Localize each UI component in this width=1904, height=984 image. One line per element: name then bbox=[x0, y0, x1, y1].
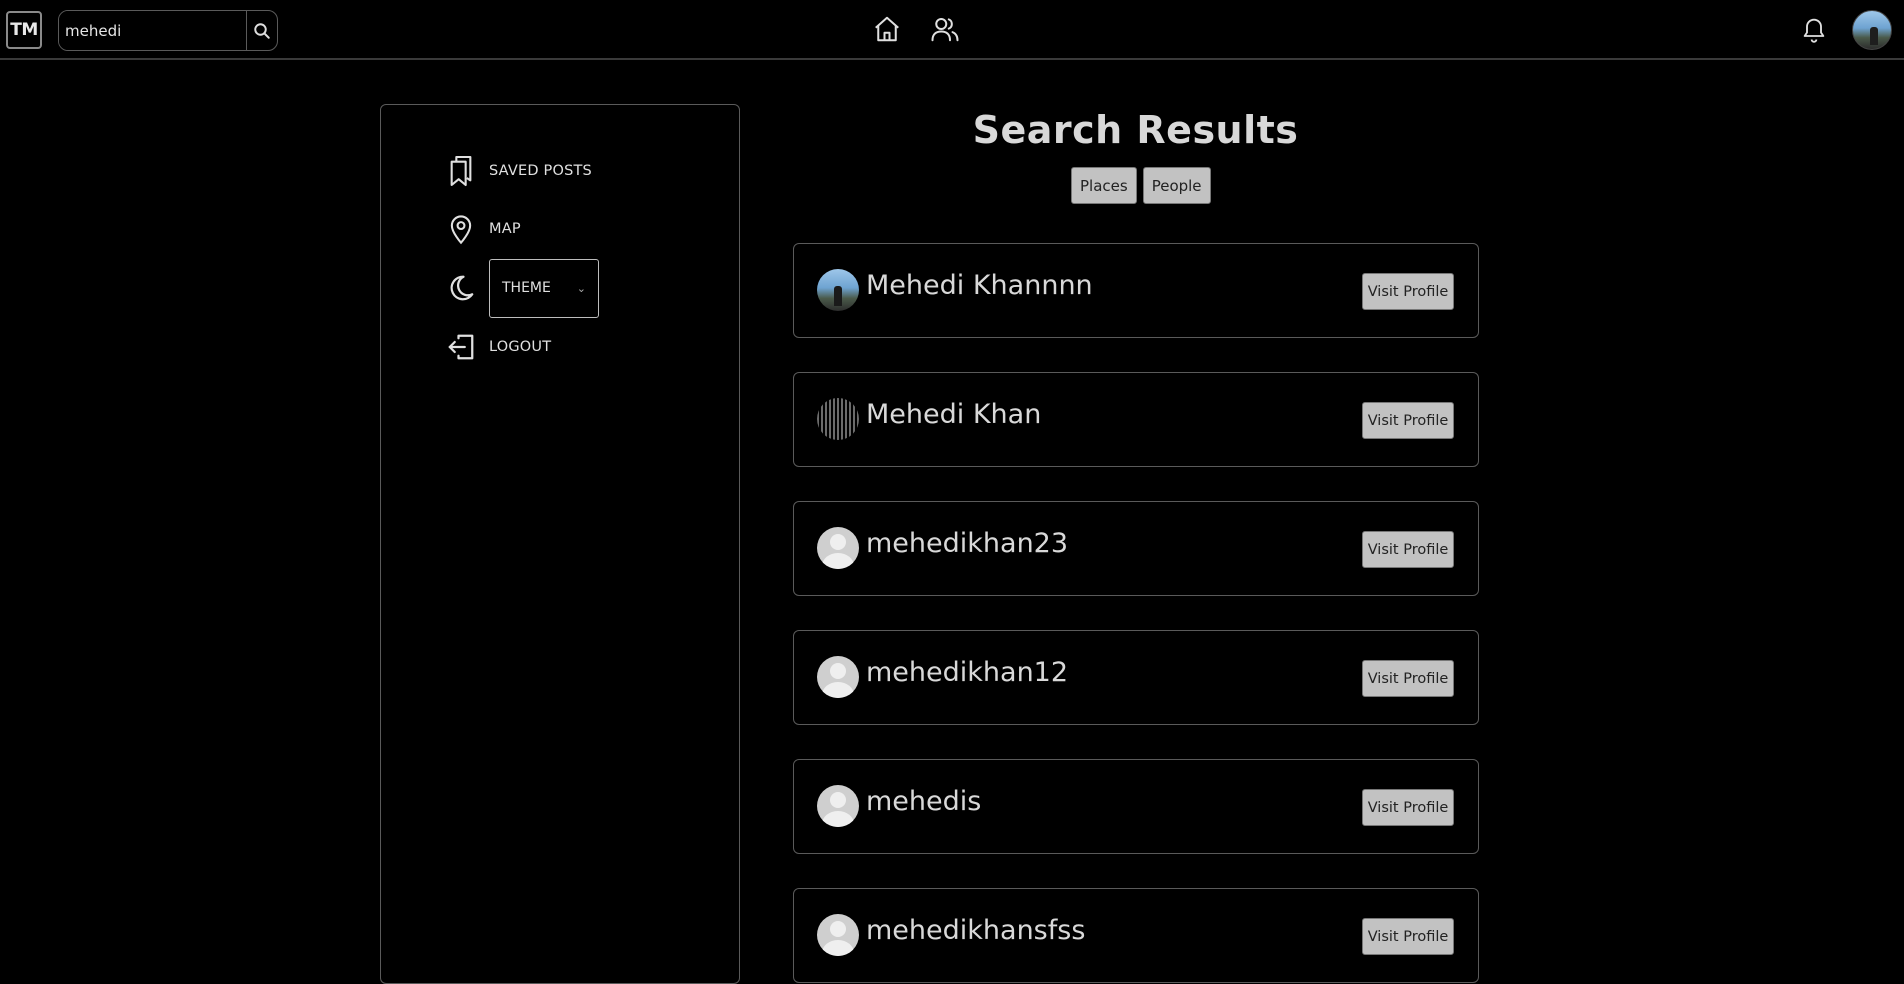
sidebar-item-label: MAP bbox=[489, 221, 521, 237]
result-name: Mehedi Khannnn bbox=[866, 270, 1093, 301]
visit-profile-button[interactable]: Visit Profile bbox=[1362, 918, 1454, 955]
moon-icon bbox=[450, 275, 474, 301]
result-name: mehedikhan23 bbox=[866, 528, 1069, 559]
page-title: Search Results bbox=[972, 108, 1299, 152]
sidebar-item-logout[interactable]: LOGOUT bbox=[445, 327, 551, 367]
avatar bbox=[817, 914, 859, 956]
result-card: Mehedi Khannnn Visit Profile bbox=[793, 243, 1479, 338]
user-avatar[interactable] bbox=[1852, 10, 1892, 50]
result-card: mehedikhan12 Visit Profile bbox=[793, 630, 1479, 725]
bell-icon bbox=[1803, 18, 1825, 43]
bookmark-icon bbox=[450, 155, 472, 187]
sidebar-item-map[interactable]: MAP bbox=[445, 209, 521, 249]
result-name: Mehedi Khan bbox=[866, 399, 1042, 430]
visit-profile-button[interactable]: Visit Profile bbox=[1362, 789, 1454, 826]
result-card: mehedikhansfss Visit Profile bbox=[793, 888, 1479, 983]
visit-profile-button[interactable]: Visit Profile bbox=[1362, 660, 1454, 697]
avatar bbox=[817, 269, 859, 311]
result-name: mehedis bbox=[866, 786, 982, 817]
home-nav-button[interactable] bbox=[870, 12, 904, 46]
result-card: mehedikhan23 Visit Profile bbox=[793, 501, 1479, 596]
visit-profile-button[interactable]: Visit Profile bbox=[1362, 402, 1454, 439]
search-box bbox=[58, 10, 278, 51]
search-icon bbox=[254, 22, 270, 39]
avatar bbox=[817, 656, 859, 698]
tab-people[interactable]: People bbox=[1142, 167, 1211, 204]
avatar bbox=[817, 398, 859, 440]
tab-places[interactable]: Places bbox=[1071, 167, 1137, 204]
sidebar-item-theme: THEME ⌄ bbox=[445, 258, 599, 318]
chevron-down-icon: ⌄ bbox=[576, 281, 586, 295]
result-card: mehedis Visit Profile bbox=[793, 759, 1479, 854]
sidebar: SAVED POSTS MAP THEME ⌄ LOGOUT bbox=[380, 104, 740, 984]
search-button[interactable] bbox=[246, 11, 277, 50]
result-name: mehedikhan12 bbox=[866, 657, 1069, 688]
theme-select[interactable]: THEME ⌄ bbox=[489, 258, 599, 318]
sidebar-item-saved-posts[interactable]: SAVED POSTS bbox=[445, 151, 592, 191]
visit-profile-button[interactable]: Visit Profile bbox=[1362, 531, 1454, 568]
avatar bbox=[817, 785, 859, 827]
logout-icon bbox=[448, 334, 474, 360]
people-nav-button[interactable] bbox=[928, 12, 962, 46]
map-pin-icon bbox=[450, 215, 472, 245]
search-input[interactable] bbox=[59, 11, 247, 50]
home-icon bbox=[875, 16, 899, 42]
avatar bbox=[817, 527, 859, 569]
top-navbar: TM bbox=[0, 0, 1904, 60]
theme-select-label: THEME bbox=[502, 280, 551, 296]
result-card: Mehedi Khan Visit Profile bbox=[793, 372, 1479, 467]
result-type-tabs: Places People bbox=[1071, 167, 1211, 204]
app-logo[interactable]: TM bbox=[6, 11, 42, 49]
people-icon bbox=[931, 18, 959, 42]
notifications-button[interactable] bbox=[1797, 12, 1831, 46]
sidebar-item-label: SAVED POSTS bbox=[489, 163, 592, 179]
sidebar-item-label: LOGOUT bbox=[489, 339, 552, 355]
visit-profile-button[interactable]: Visit Profile bbox=[1362, 273, 1454, 310]
result-name: mehedikhansfss bbox=[866, 915, 1086, 946]
